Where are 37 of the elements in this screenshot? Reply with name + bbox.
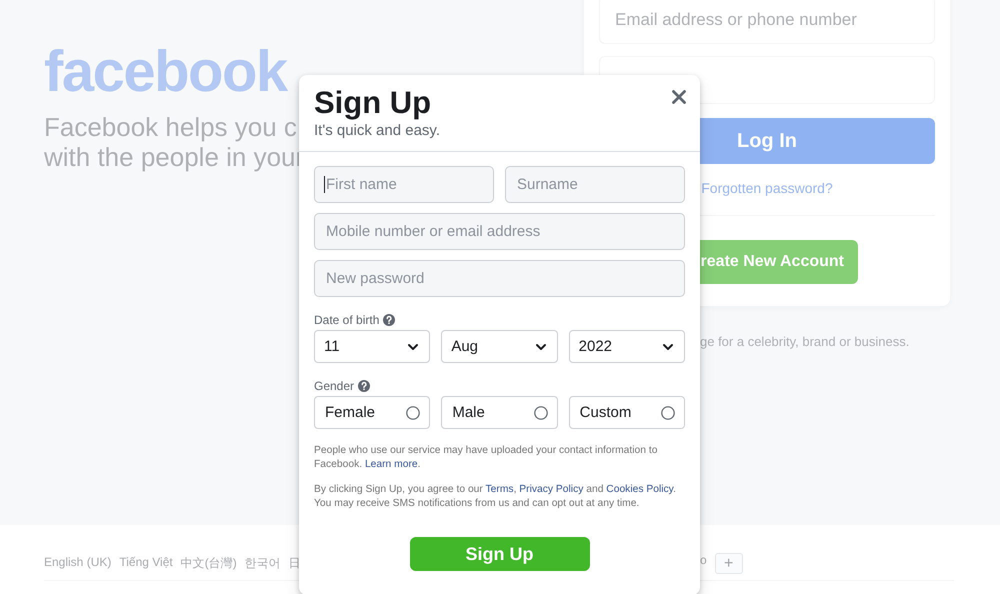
radio-icon[interactable] xyxy=(406,406,420,420)
text-field[interactable]: First name xyxy=(314,166,494,203)
field-label: Date of birth xyxy=(314,313,380,327)
email-field[interactable]: Email address or phone number xyxy=(599,0,935,44)
dropdown[interactable]: 2022 xyxy=(568,330,685,363)
contact-notice: People who use our service may have uploaded your contact information to Facebook. Learn more. xyxy=(314,444,658,472)
radio-icon[interactable] xyxy=(534,406,548,420)
dropdown[interactable]: 11 xyxy=(314,330,430,363)
link[interactable]: Learn more xyxy=(364,459,418,470)
language-link[interactable]: o xyxy=(700,553,707,574)
signup-button[interactable]: Sign Up xyxy=(410,537,590,571)
language-link[interactable]: 한국어 xyxy=(244,555,281,572)
text-field[interactable]: Surname xyxy=(505,166,685,203)
language-link[interactable]: 日 xyxy=(288,555,301,572)
dialog-subtitle: It's quick and easy. xyxy=(314,122,440,139)
radio-option[interactable]: Female xyxy=(314,396,430,429)
field-label: Gender xyxy=(314,379,354,393)
radio-icon[interactable] xyxy=(661,406,675,420)
dialog-title: Sign Up xyxy=(314,84,432,122)
help-icon[interactable] xyxy=(358,380,370,392)
language-link[interactable]: English (UK) xyxy=(44,555,112,572)
link[interactable]: Privacy Policy xyxy=(519,484,584,495)
radio-option[interactable]: Custom xyxy=(568,396,685,429)
help-icon[interactable] xyxy=(383,314,396,326)
link[interactable]: Terms xyxy=(486,484,514,495)
link[interactable]: Cookies Policy xyxy=(606,484,674,495)
language-link[interactable]: Tiếng Việt xyxy=(119,555,173,572)
radio-option[interactable]: Male xyxy=(441,396,558,429)
logo: facebook xyxy=(44,44,287,100)
text-field[interactable]: Mobile number or email address xyxy=(314,213,685,250)
dropdown[interactable]: Aug xyxy=(441,330,558,363)
page-note: ge for a celebrity, brand or business. xyxy=(700,334,910,349)
terms-notice: By clicking Sign Up, you agree to our Terms, Privacy Policy and Cookies Policy. You may receive SMS notifications from us and can opt out at any time. xyxy=(314,483,677,511)
text-field[interactable]: New password xyxy=(314,260,685,297)
forgot-password-link[interactable]: Forgotten password? xyxy=(701,180,833,196)
more-languages-button[interactable]: + xyxy=(714,553,743,574)
language-link[interactable]: 中文(台灣) xyxy=(180,555,237,572)
